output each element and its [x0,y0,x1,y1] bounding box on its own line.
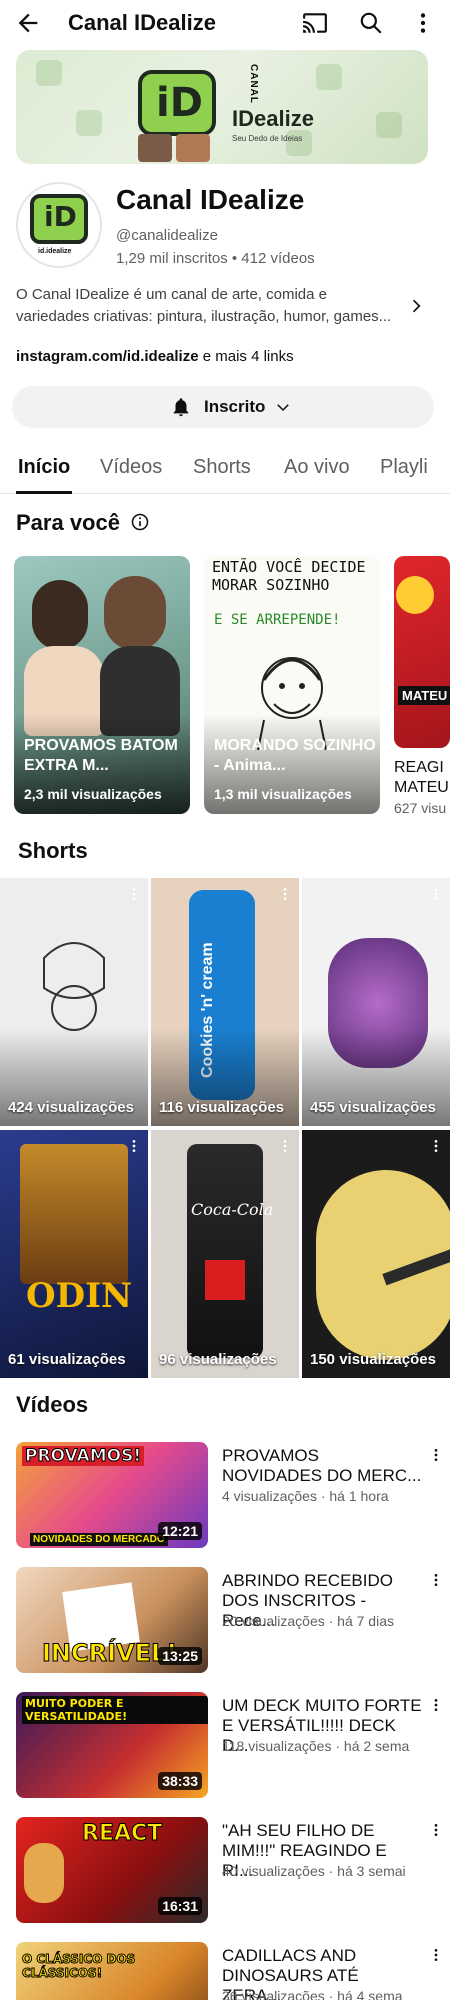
channel-handle: @canalidealize [116,227,218,244]
card-title: PROVAMOS BATOM EXTRA M... [24,737,178,774]
section-title-videos: Vídeos [16,1392,89,1417]
more-options-icon[interactable] [428,1138,444,1154]
banner-canal-text: CANAL [248,64,259,104]
short-item[interactable]: ODIN 61 visualizações [0,1130,148,1378]
chevron-down-icon [277,404,289,412]
banner-logo: iD [138,70,216,136]
more-options-icon[interactable] [428,1571,444,1589]
tab-videos[interactable]: Vídeos [100,456,162,479]
recommended-video-card[interactable]: MATEU [394,556,450,748]
more-options-icon[interactable] [428,1946,444,1964]
video-meta: 36 visualizações · há 4 sema [222,1988,403,2000]
channel-description[interactable]: O Canal IDealize é um canal de arte, com… [16,284,400,328]
more-options-icon[interactable] [428,1696,444,1714]
section-title-shorts: Shorts [18,838,88,863]
more-options-icon[interactable] [126,1138,142,1154]
banner-photo [138,134,172,162]
short-views: 150 visualizações [310,1351,436,1368]
video-duration: 13:25 [158,1647,202,1665]
card-views: 2,3 mil visualizações [24,786,162,802]
video-list-item[interactable]: REACT 16:31 "AH SEU FILHO DE MIM!!!" REA… [16,1817,438,1925]
short-item[interactable]: 424 visualizações [0,878,148,1126]
short-views: 455 visualizações [310,1099,436,1116]
short-views: 116 visualizações [159,1099,285,1116]
section-title-for-you: Para você [16,510,120,535]
banner-photo [176,134,210,162]
video-list-item[interactable]: MUITO PODER E VERSATILIDADE! 38:33 UM DE… [16,1692,438,1800]
video-thumbnail[interactable]: PROVAMOS! NOVIDADES DO MERCADO 12:21 [16,1442,208,1548]
top-app-bar: Canal IDealize [0,0,450,46]
recommended-video-card[interactable]: ENTÃO VOCÊ DECIDE MORAR SOZINHO E SE ARR… [204,556,380,814]
more-options-icon[interactable] [277,886,293,902]
drawing-caption: ENTÃO VOCÊ DECIDE MORAR SOZINHO [212,558,366,594]
video-duration: 12:21 [158,1522,202,1540]
channel-name: Canal IDealize [116,184,305,215]
bell-icon [173,398,189,417]
video-thumbnail[interactable]: INCRÍVEL! 13:25 [16,1567,208,1673]
card-title: REAGI MATEU [394,759,449,796]
video-list-item[interactable]: INCRÍVEL! 13:25 ABRINDO RECEBIDO DOS INS… [16,1567,438,1675]
channel-banner: iD CANAL IDealize Seu Dedo de Ideias [16,50,428,164]
cast-icon[interactable] [302,10,328,36]
info-icon[interactable] [130,512,150,532]
tab-shorts[interactable]: Shorts [193,456,251,479]
more-options-icon[interactable] [410,10,436,36]
tab-inicio[interactable]: Início [18,456,70,479]
banner-tagline: Seu Dedo de Ideias [232,134,303,143]
short-label: Coca-Cola [191,1200,274,1219]
more-options-icon[interactable] [277,1138,293,1154]
video-list-item[interactable]: O CLÁSSICO DOS CLÁSSICOS! CADILLACS AND … [16,1942,438,2000]
card-views: 627 visu [394,800,447,816]
short-views: 61 visualizações [8,1351,126,1368]
banner-brand-text: IDealize [232,106,314,131]
video-thumbnail[interactable]: O CLÁSSICO DOS CLÁSSICOS! [16,1942,208,2000]
channel-tabs: Início Vídeos Shorts Ao vivo Playli [0,446,450,494]
more-options-icon[interactable] [126,886,142,902]
active-tab-indicator [16,491,72,494]
video-meta: 40 visualizações · há 3 semai [222,1863,406,1879]
video-duration: 38:33 [158,1772,202,1790]
more-options-icon[interactable] [428,1821,444,1839]
more-options-icon[interactable] [428,1446,444,1464]
back-arrow-icon[interactable] [14,9,42,37]
more-options-icon[interactable] [428,886,444,902]
channel-links[interactable]: instagram.com/id.idealize e mais 4 links [16,348,294,365]
subscribed-button[interactable]: Inscrito [12,386,434,428]
chevron-right-icon[interactable] [406,296,426,316]
subscribed-label: Inscrito [204,397,266,416]
app-bar-title: Canal IDealize [68,10,216,35]
video-thumbnail[interactable]: MUITO PODER E VERSATILIDADE! 38:33 [16,1692,208,1798]
recommended-video-card[interactable]: PROVAMOS BATOM EXTRA M... 2,3 mil visual… [14,556,190,814]
video-meta: 20 visualizações · há 7 dias [222,1613,394,1629]
card-badge: MATEU [398,686,450,705]
video-thumbnail[interactable]: REACT 16:31 [16,1817,208,1923]
short-item[interactable]: 455 visualizações [302,878,450,1126]
tab-playlists[interactable]: Playli [380,456,428,479]
short-views: 96 visualizações [159,1351,277,1368]
short-item[interactable]: Coca-Cola 96 visualizações [151,1130,299,1378]
short-views: 424 visualizações [8,1099,134,1116]
short-label: ODIN [26,1276,133,1316]
video-title: PROVAMOS NOVIDADES DO MERC... [222,1446,422,1485]
video-duration: 16:31 [158,1897,202,1915]
channel-avatar[interactable]: iD id.idealize [16,182,102,268]
video-list-item[interactable]: PROVAMOS! NOVIDADES DO MERCADO 12:21 PRO… [16,1442,438,1550]
card-title: MORANDO SOZINHO - Anima... [214,737,376,774]
short-item[interactable]: 150 visualizações [302,1130,450,1378]
search-icon[interactable] [358,10,384,36]
channel-stats: 1,29 mil inscritos • 412 vídeos [116,250,315,267]
video-meta: 118 visualizações · há 2 sema [222,1738,410,1754]
video-meta: 4 visualizações · há 1 hora [222,1488,389,1504]
card-views: 1,3 mil visualizações [214,786,352,802]
short-item[interactable]: Cookies 'n' cream 116 visualizações [151,878,299,1126]
drawing-caption-green: E SE ARREPENDE! [214,612,341,628]
tab-ao-vivo[interactable]: Ao vivo [284,456,350,479]
